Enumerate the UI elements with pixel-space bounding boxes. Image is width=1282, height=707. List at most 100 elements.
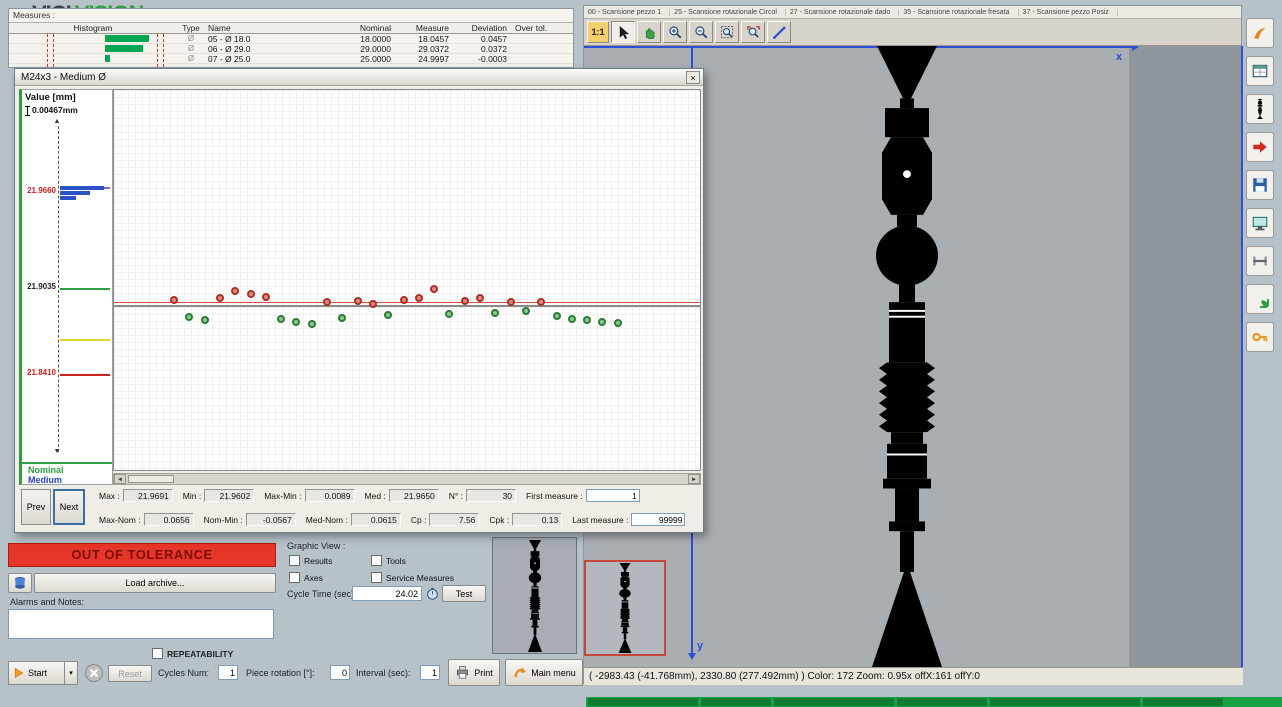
zoom-in-button[interactable] [663,21,687,43]
measurement-point [568,315,576,323]
measured-value: 24.9997 [399,54,457,64]
repeatability-label: REPEATABILITY [167,649,233,659]
notes-input[interactable] [8,609,274,639]
taskbar-item[interactable] [774,698,894,706]
swoosh-icon [1251,24,1269,42]
measurement-point [553,312,561,320]
quick-tools-button[interactable] [1246,18,1274,48]
next-button[interactable]: Next [53,489,85,525]
printer-icon [455,665,470,680]
start-button[interactable]: Start [8,661,65,685]
measures-rows: Ø 05 - Ø 18.0 18.0000 18.0457 0.0457 Ø 0… [9,34,573,64]
cycles-num-input[interactable] [218,665,238,680]
taskbar-item[interactable] [990,698,1140,706]
reset-circle-icon[interactable] [84,663,104,683]
taskbar-item[interactable] [897,698,987,706]
value-axis-panel: Value [mm] 0.00467mm ▲ ▼ Nominal Medium … [19,89,113,485]
checkbox[interactable] [371,572,382,583]
legend-line [22,462,112,464]
scale-1-1-button[interactable]: 1:1 [587,21,609,43]
stat-min-value: 21.9602 [204,489,254,502]
table-row[interactable]: Ø 07 - Ø 25.0 25.0000 24.9997 -0.0003 [9,54,573,64]
select-cursor-button[interactable] [611,21,635,43]
archive-icon-button[interactable] [8,573,32,593]
save-icon [1251,176,1269,194]
export-piece-button[interactable] [1246,132,1274,162]
checkbox[interactable] [289,572,300,583]
interval-input[interactable] [420,665,440,680]
axis-scale-note: 0.00467mm [25,105,78,116]
test-button[interactable]: Test [442,585,486,602]
table-row[interactable]: Ø 06 - Ø 29.0 29.0000 29.0372 0.0372 [9,44,573,54]
scroll-thumb[interactable] [128,475,174,483]
axis-line [60,288,110,290]
nominal-value: 29.0000 [339,44,399,54]
hand-icon [642,25,657,40]
save-button[interactable] [1246,170,1274,200]
stat-cpk-value: 0.13 [512,513,562,526]
scan-tab[interactable]: 37 - Scansione pezzo Posiz [1019,9,1118,16]
caliper-button[interactable] [1246,246,1274,276]
monitor-button[interactable] [1246,208,1274,238]
side-toolbar [1246,18,1274,352]
start-dropdown-button[interactable]: ▾ [65,661,78,685]
navigator-thumbnail[interactable] [584,560,666,656]
stat-nommin-label: Nom-Min : [204,515,243,525]
pan-hand-button[interactable] [637,21,661,43]
histogram-cell [9,44,177,53]
stat-mednom-value: 0.0615 [351,513,401,526]
zoom-window-button[interactable] [715,21,739,43]
checkbox[interactable] [371,555,382,566]
taskbar-item[interactable] [1143,698,1223,706]
part-silhouette-navigator [614,563,636,653]
stats-row-1: Max : 21.9691 Min : 21.9602 Max-Min : 0.… [99,489,703,502]
taskbar-item[interactable] [588,698,698,706]
y-axis-label: y [697,640,703,652]
vicivision-button[interactable] [1246,284,1274,314]
license-key-button[interactable] [1246,322,1274,352]
zoom-out-icon [694,25,709,40]
print-button[interactable]: Print [448,659,500,686]
checkbox-label: Tools [386,556,406,566]
results-table-button[interactable] [1246,56,1274,86]
scan-tab[interactable]: 25 - Scansione rotazionale Circol [670,9,786,16]
first-measure-input[interactable] [586,489,640,502]
taskbar-item[interactable] [701,698,771,706]
measurement-point [522,307,530,315]
background-band [1129,46,1243,667]
scroll-left-button[interactable]: ◄ [114,474,126,484]
part-silhouette [847,46,967,667]
repeatability-checkbox[interactable] [152,648,163,659]
legend-medium: Medium [28,475,62,485]
alarms-notes-label: Alarms and Notes: [10,597,84,607]
application-screen: { "icons": { "close": "×", "dropdown": "… [0,0,1282,707]
stat-maxmin-value: 0.0089 [305,489,355,502]
prev-button[interactable]: Prev [21,489,51,525]
tolerance-line [163,34,164,67]
histogram-bar [105,35,149,42]
measurement-point [201,316,209,324]
scan-tab[interactable]: 27 - Scansione rotazionale dado [786,9,899,16]
piece-program-button[interactable] [1246,94,1274,124]
piece-rotation-input[interactable] [330,665,350,680]
scan-tab[interactable]: 00 - Scansione pezzo 1 [584,9,670,16]
load-archive-button[interactable]: Load archive... [34,573,276,593]
axis-tick-label: 21.8410 [23,368,56,377]
table-row[interactable]: Ø 05 - Ø 18.0 18.0000 18.0457 0.0457 [9,34,573,44]
measure-line-button[interactable] [767,21,791,43]
checkbox[interactable] [289,555,300,566]
stat-med-label: Med : [365,491,386,501]
x-axis-arrow-icon [1132,46,1139,51]
scroll-right-button[interactable]: ► [688,474,700,484]
close-button[interactable]: × [686,71,700,84]
axis-vertical-line [58,126,59,452]
dialog-title-bar[interactable]: M24x3 - Medium Ø × [15,69,703,86]
zoom-extents-button[interactable] [741,21,765,43]
zoom-out-button[interactable] [689,21,713,43]
measurement-chart[interactable] [113,89,701,471]
reset-button[interactable]: Reset [108,665,152,682]
main-menu-button[interactable]: Main menu [505,659,583,686]
scan-tab[interactable]: 35 - Scansione rotazionale fresata [899,9,1018,16]
stat-maxnom-label: Max-Nom : [99,515,141,525]
last-measure-input[interactable] [631,513,685,526]
